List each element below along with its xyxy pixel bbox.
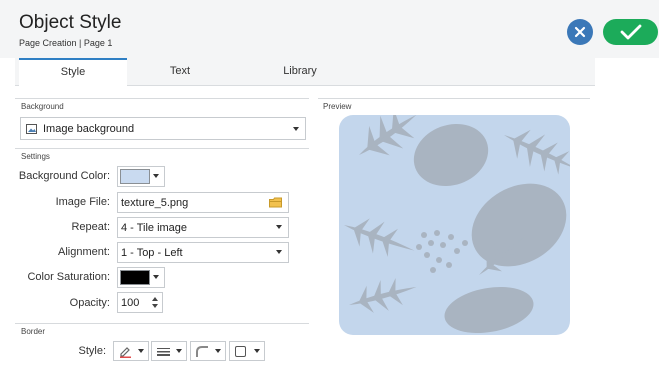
chevron-down-icon bbox=[176, 349, 182, 353]
leaf-texture bbox=[344, 115, 570, 334]
preview-section-label: Preview bbox=[323, 102, 352, 111]
image-file-input[interactable]: texture_5.png bbox=[117, 192, 289, 213]
square-icon bbox=[235, 346, 246, 357]
divider bbox=[15, 98, 309, 99]
chevron-down-icon bbox=[276, 250, 282, 254]
divider bbox=[318, 98, 590, 99]
image-icon bbox=[26, 124, 37, 134]
tab-text[interactable]: Text bbox=[130, 58, 230, 85]
chevron-down-icon bbox=[153, 275, 159, 279]
header: Object Style Page Creation | Page 1 bbox=[0, 0, 659, 58]
repeat-value: 4 - Tile image bbox=[121, 222, 188, 234]
line-weight-icon bbox=[157, 348, 170, 356]
tab-library[interactable]: Library bbox=[250, 58, 350, 85]
chevron-down-icon bbox=[293, 127, 299, 131]
chevron-down-icon bbox=[254, 349, 260, 353]
border-section-label: Border bbox=[21, 327, 46, 336]
ok-button[interactable] bbox=[603, 19, 658, 45]
background-type-dropdown[interactable]: Image background bbox=[20, 117, 306, 140]
preview-image bbox=[339, 115, 570, 335]
color-saturation-label: Color Saturation: bbox=[27, 271, 110, 283]
alignment-value: 1 - Top - Left bbox=[121, 247, 183, 259]
background-color-label: Background Color: bbox=[18, 170, 110, 182]
tab-bar: Style Text Library bbox=[15, 58, 595, 87]
repeat-dropdown[interactable]: 4 - Tile image bbox=[117, 217, 289, 238]
chevron-down-icon bbox=[153, 174, 159, 178]
chevron-down-icon bbox=[138, 349, 144, 353]
page-title: Object Style bbox=[19, 12, 122, 33]
color-saturation-picker[interactable] bbox=[117, 267, 165, 288]
border-corner-button[interactable] bbox=[190, 341, 226, 361]
border-shape-button[interactable] bbox=[229, 341, 265, 361]
background-color-swatch bbox=[120, 169, 150, 184]
stepper-arrows-icon[interactable] bbox=[152, 297, 158, 308]
background-section-label: Background bbox=[21, 102, 64, 111]
breadcrumb: Page Creation | Page 1 bbox=[19, 38, 113, 48]
background-type-value: Image background bbox=[43, 123, 135, 135]
tab-style[interactable]: Style bbox=[19, 58, 127, 87]
alignment-label: Alignment: bbox=[58, 246, 110, 258]
cancel-button[interactable] bbox=[567, 19, 593, 45]
opacity-value: 100 bbox=[121, 297, 140, 309]
settings-section-label: Settings bbox=[21, 152, 50, 161]
chevron-down-icon bbox=[215, 349, 221, 353]
divider bbox=[15, 148, 309, 149]
border-color-button[interactable] bbox=[113, 341, 149, 361]
folder-icon[interactable] bbox=[269, 197, 282, 208]
pen-icon bbox=[120, 347, 131, 358]
close-icon bbox=[574, 26, 586, 38]
border-weight-button[interactable] bbox=[151, 341, 187, 361]
background-color-picker[interactable] bbox=[117, 166, 165, 187]
color-saturation-swatch bbox=[120, 270, 150, 285]
border-style-label: Style: bbox=[78, 345, 106, 357]
opacity-label: Opacity: bbox=[69, 297, 110, 309]
divider bbox=[15, 323, 309, 324]
image-file-value: texture_5.png bbox=[121, 197, 189, 209]
chevron-down-icon bbox=[276, 225, 282, 229]
repeat-label: Repeat: bbox=[71, 221, 110, 233]
checkmark-icon bbox=[620, 24, 641, 40]
opacity-stepper[interactable]: 100 bbox=[117, 292, 163, 313]
corner-icon bbox=[196, 346, 208, 357]
alignment-dropdown[interactable]: 1 - Top - Left bbox=[117, 242, 289, 263]
image-file-label: Image File: bbox=[55, 196, 110, 208]
